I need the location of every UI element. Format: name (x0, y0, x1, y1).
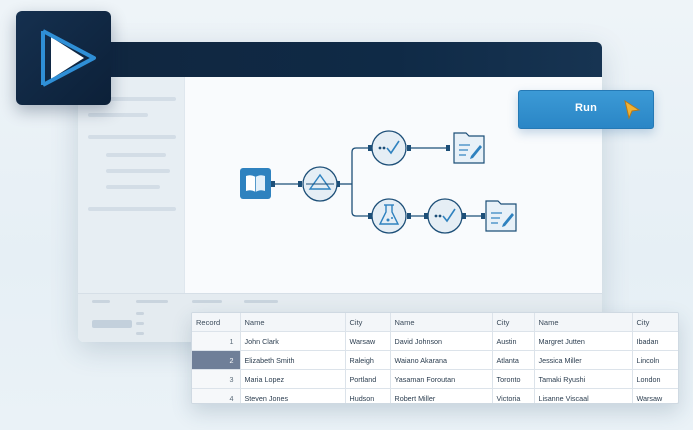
table-cell: Ibadan (632, 331, 678, 351)
run-button[interactable]: Run (518, 90, 654, 129)
connector-anchor (481, 213, 485, 219)
connector-anchor (407, 145, 411, 151)
connector (351, 147, 372, 184)
connector-anchor (298, 181, 302, 187)
table-cell: Margret Jutten (534, 331, 633, 351)
run-button-label: Run (575, 102, 597, 114)
connector (351, 184, 372, 217)
column-header[interactable]: Record (192, 313, 241, 332)
record-number: 2 (192, 350, 241, 370)
column-header[interactable]: Name (390, 313, 493, 332)
formula-flask-icon (371, 198, 407, 234)
table-cell: Yasaman Foroutan (390, 369, 493, 389)
table-row[interactable]: 3 Maria Lopez Portland Yasaman Foroutan … (192, 369, 678, 389)
table-row[interactable]: 1 John Clark Warsaw David Johnson Austin… (192, 331, 678, 351)
table-cell: Austin (492, 331, 535, 351)
column-header[interactable]: City (632, 313, 678, 332)
table-cell: Toronto (492, 369, 535, 389)
table-cell: Robert Miller (390, 388, 493, 403)
table-cell: Warsaw (632, 388, 678, 403)
table-cell: Elizabeth Smith (240, 350, 346, 370)
app-logo (16, 11, 111, 105)
column-header[interactable]: Name (240, 313, 346, 332)
table-header-row: Record Name City Name City Name City (192, 313, 678, 332)
record-number: 4 (192, 388, 241, 403)
connector-anchor (407, 213, 411, 219)
column-header[interactable]: Name (534, 313, 633, 332)
table-cell: Warsaw (345, 331, 391, 351)
table-cell: Lincoln (632, 350, 678, 370)
check-icon (371, 130, 407, 166)
output-document-icon (485, 200, 517, 232)
table-cell: Waiano Akarana (390, 350, 493, 370)
results-grid: Record Name City Name City Name City 1 J… (191, 312, 679, 404)
table-cell: Maria Lopez (240, 369, 346, 389)
table-cell: Atlanta (492, 350, 535, 370)
filter-icon (302, 166, 338, 202)
output-document-icon (453, 132, 485, 164)
table-cell: Hudson (345, 388, 391, 403)
connector-anchor (271, 181, 275, 187)
table-cell: David Johnson (390, 331, 493, 351)
column-header[interactable]: City (345, 313, 391, 332)
table-cell: Raleigh (345, 350, 391, 370)
cursor-arrow-icon (624, 99, 641, 120)
play-logo-icon (41, 29, 96, 87)
input-book-icon (240, 168, 271, 199)
check-icon (427, 198, 463, 234)
table-cell: Portland (345, 369, 391, 389)
record-number: 3 (192, 369, 241, 389)
table-cell: Lisanne Viscaal (534, 388, 633, 403)
table-cell: John Clark (240, 331, 346, 351)
connector-anchor (446, 145, 450, 151)
table-row[interactable]: 2 Elizabeth Smith Raleigh Waiano Akarana… (192, 350, 678, 370)
results-table: Record Name City Name City Name City 1 J… (192, 313, 678, 403)
table-cell: Steven Jones (240, 388, 346, 403)
table-row[interactable]: 4 Steven Jones Hudson Robert Miller Vict… (192, 388, 678, 403)
table-cell: Jessica Miller (534, 350, 633, 370)
record-number: 1 (192, 331, 241, 351)
table-cell: Victoria (492, 388, 535, 403)
table-cell: Tamaki Ryushi (534, 369, 633, 389)
table-cell: London (632, 369, 678, 389)
column-header[interactable]: City (492, 313, 535, 332)
